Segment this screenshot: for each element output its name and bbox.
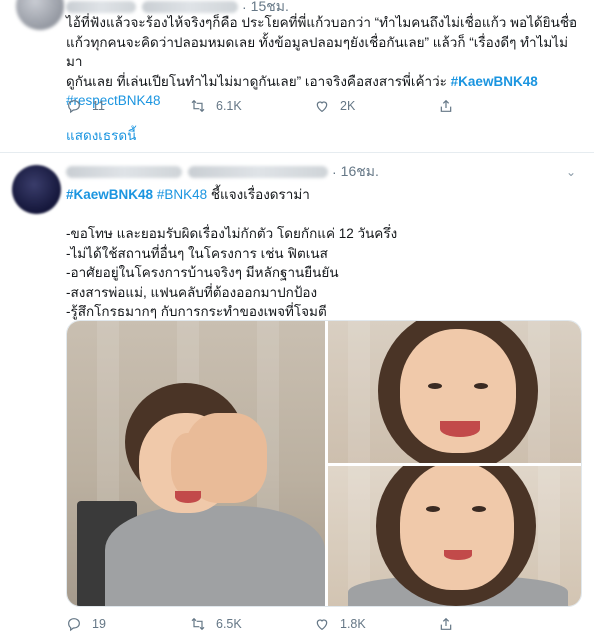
reply-button[interactable]: 19 [66,616,190,632]
retweet-count: 6.1K [216,99,242,113]
tweet[interactable]: · 15ชม. ⌄ ไอ้ที่ฟังแล้วจะร้องไห้จริงๆก็ค… [0,0,594,152]
chevron-down-icon[interactable]: ⌄ [562,163,580,181]
share-button[interactable] [438,98,562,114]
hashtag-link[interactable]: #KaewBNK48 [451,74,538,89]
handle-blurred [188,166,328,178]
reply-count: 11 [92,99,105,113]
reply-count: 19 [92,617,106,631]
photo[interactable] [67,321,325,606]
tweet-actions: 11 6.1K 2K [66,98,562,114]
retweet-button[interactable]: 6.1K [190,98,314,114]
photo[interactable] [328,466,581,606]
share-icon [440,99,452,112]
hashtag-link[interactable]: #KaewBNK48 [66,187,153,202]
like-count: 2K [340,99,356,113]
share-button[interactable] [438,616,562,632]
tweet-header: · 16ชม. [66,163,379,181]
timestamp[interactable]: 16ชม. [341,161,379,183]
like-button[interactable]: 1.8K [314,616,438,632]
avatar[interactable] [16,0,64,30]
retweet-icon [191,617,205,631]
like-button[interactable]: 2K [314,98,438,114]
photo[interactable] [328,321,581,463]
display-name-blurred[interactable] [66,1,136,13]
display-name-blurred[interactable] [66,166,182,178]
handle-blurred [142,1,238,13]
avatar[interactable] [12,165,61,214]
like-icon [316,101,328,113]
hashtag-link[interactable]: #BNK48 [157,187,207,202]
retweet-button[interactable]: 6.5K [190,616,314,632]
retweet-count: 6.5K [216,617,242,631]
share-icon [440,617,452,630]
tweet-text: #KaewBNK48 #BNK48 ชี้แจงเรื่องดราม่า -ขอ… [66,187,398,319]
tweet-text: ไอ้ที่ฟังแล้วจะร้องไห้จริงๆก็คือ ประโยคท… [66,15,578,108]
show-thread-link[interactable]: แสดงเธรดนี้ [66,124,136,146]
like-icon [316,619,328,631]
tweet[interactable]: · 16ชม. ⌄ #KaewBNK48 #BNK48 ชี้แจงเรื่อง… [0,152,594,642]
reply-button[interactable]: 11 [66,98,190,114]
like-count: 1.8K [340,617,366,631]
retweet-icon [191,99,205,113]
photo-grid [66,320,582,607]
tweet-actions: 19 6.5K 1.8K [66,616,562,632]
reply-icon [68,100,80,114]
reply-icon [68,618,80,632]
